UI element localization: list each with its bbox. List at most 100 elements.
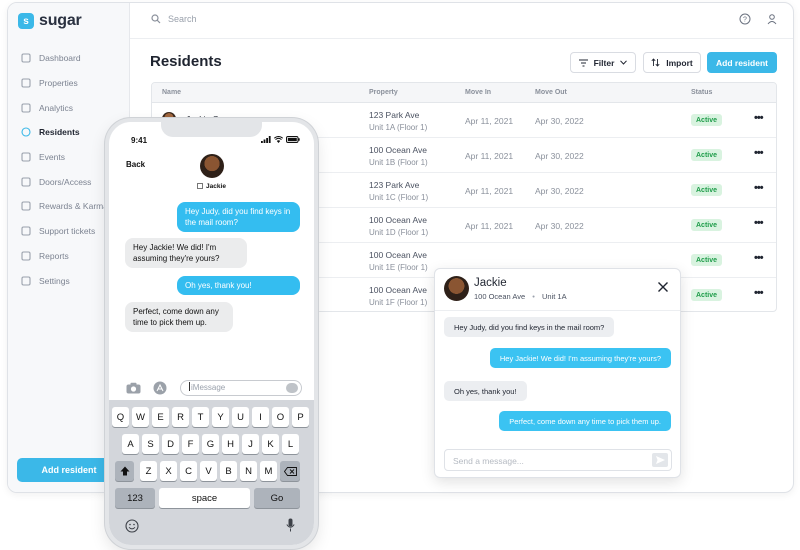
key-o[interactable]: O: [272, 407, 289, 427]
property-address: 123 Park Ave: [369, 180, 420, 190]
key-p[interactable]: P: [292, 407, 309, 427]
key-j[interactable]: J: [242, 434, 259, 454]
chat-message: Oh yes, thank you!: [444, 381, 527, 401]
top-bar: Search ?: [130, 3, 793, 39]
key-r[interactable]: R: [172, 407, 189, 427]
key-h[interactable]: H: [222, 434, 239, 454]
app-store-icon[interactable]: [153, 381, 167, 395]
key-x[interactable]: X: [160, 461, 177, 481]
property-unit: Unit 1D (Floor 1): [369, 228, 429, 237]
phone-message: Perfect, come down any time to pick them…: [125, 302, 233, 332]
property-unit: Unit 1B (Floor 1): [369, 158, 428, 167]
page-title: Residents: [150, 53, 222, 70]
chat-contact-address: 100 Ocean Ave • Unit 1A: [474, 292, 567, 301]
sidebar-item-dashboard[interactable]: Dashboard: [8, 46, 129, 71]
back-button[interactable]: Back: [126, 160, 145, 169]
numbers-key[interactable]: 123: [115, 488, 155, 508]
message-input[interactable]: iMessage: [180, 380, 302, 396]
search-input[interactable]: Search: [168, 14, 197, 24]
key-d[interactable]: D: [162, 434, 179, 454]
header-move-out[interactable]: Move Out: [535, 89, 567, 96]
status-badge: Active: [691, 219, 723, 231]
battery-icon: [286, 136, 300, 143]
building-icon: [197, 183, 204, 189]
go-key[interactable]: Go: [254, 488, 300, 508]
wifi-icon: [274, 136, 283, 143]
more-options-icon[interactable]: •••: [754, 287, 764, 299]
delete-key[interactable]: [280, 461, 300, 481]
key-t[interactable]: T: [192, 407, 209, 427]
property-address: 100 Ocean Ave: [369, 215, 427, 225]
key-e[interactable]: E: [152, 407, 169, 427]
emoji-icon[interactable]: [125, 519, 139, 533]
phone-screen: 9:41 Back Jackie Hey Judy, did you find …: [109, 122, 314, 545]
status-badge: Active: [691, 254, 723, 266]
chat-unit: Unit 1A: [541, 292, 567, 301]
key-f[interactable]: F: [182, 434, 199, 454]
message-bar: iMessage: [109, 378, 314, 400]
key-u[interactable]: U: [232, 407, 249, 427]
search-box[interactable]: Search: [151, 14, 197, 24]
key-g[interactable]: G: [202, 434, 219, 454]
filter-button[interactable]: Filter: [570, 52, 636, 73]
dashboard-icon: [21, 53, 31, 63]
import-button[interactable]: Import: [643, 52, 701, 73]
logo-icon: s: [18, 13, 34, 29]
avatar: [444, 276, 469, 301]
more-options-icon[interactable]: •••: [754, 147, 764, 159]
property-address: 123 Park Ave: [369, 110, 420, 120]
logo-text: sugar: [39, 12, 82, 29]
key-a[interactable]: A: [122, 434, 139, 454]
sidebar-item-properties[interactable]: Properties: [8, 71, 129, 96]
key-v[interactable]: V: [200, 461, 217, 481]
shift-key[interactable]: [115, 461, 134, 481]
analytics-icon: [21, 103, 31, 113]
header-move-in[interactable]: Move In: [465, 89, 491, 96]
sidebar-item-analytics[interactable]: Analytics: [8, 95, 129, 120]
status-badge: Active: [691, 114, 723, 126]
header-name[interactable]: Name: [162, 89, 181, 96]
status-time: 9:41: [131, 136, 148, 145]
more-options-icon[interactable]: •••: [754, 182, 764, 194]
document-icon: [21, 251, 31, 261]
key-y[interactable]: Y: [212, 407, 229, 427]
key-m[interactable]: M: [260, 461, 277, 481]
user-icon[interactable]: [765, 12, 779, 26]
lock-icon: [21, 177, 31, 187]
key-l[interactable]: L: [282, 434, 299, 454]
camera-icon[interactable]: [126, 382, 141, 394]
help-icon: [21, 226, 31, 236]
table-header: Name Property Move In Move Out Status: [152, 83, 776, 103]
key-q[interactable]: Q: [112, 407, 129, 427]
import-label: Import: [666, 57, 693, 68]
key-k[interactable]: K: [262, 434, 279, 454]
more-options-icon[interactable]: •••: [754, 112, 764, 124]
close-icon[interactable]: [657, 281, 669, 293]
sidebar-item-label: Analytics: [39, 102, 74, 113]
audio-icon[interactable]: [286, 383, 298, 393]
header-status[interactable]: Status: [691, 89, 712, 96]
key-w[interactable]: W: [132, 407, 149, 427]
sidebar-item-label: Events: [39, 152, 65, 163]
microphone-icon[interactable]: [286, 518, 295, 532]
sidebar-item-label: Doors/Access: [39, 176, 92, 187]
key-n[interactable]: N: [240, 461, 257, 481]
more-options-icon[interactable]: •••: [754, 217, 764, 229]
key-b[interactable]: B: [220, 461, 237, 481]
contact-name-text: Jackie: [206, 183, 226, 190]
key-s[interactable]: S: [142, 434, 159, 454]
phone-message: Hey Jackie! We did! I'm assuming they're…: [125, 238, 247, 268]
chat-message-input[interactable]: Send a message...: [444, 449, 672, 471]
help-icon[interactable]: ?: [738, 12, 752, 26]
header-property[interactable]: Property: [369, 89, 398, 96]
key-c[interactable]: C: [180, 461, 197, 481]
more-options-icon[interactable]: •••: [754, 252, 764, 264]
key-z[interactable]: Z: [140, 461, 157, 481]
send-button[interactable]: [652, 453, 668, 467]
move-in-date: Apr 11, 2021: [465, 116, 514, 126]
move-out-date: Apr 30, 2022: [535, 151, 584, 161]
space-key[interactable]: space: [159, 488, 250, 508]
add-resident-button[interactable]: Add resident: [707, 52, 777, 73]
key-i[interactable]: I: [252, 407, 269, 427]
logo[interactable]: s sugar: [18, 12, 82, 30]
